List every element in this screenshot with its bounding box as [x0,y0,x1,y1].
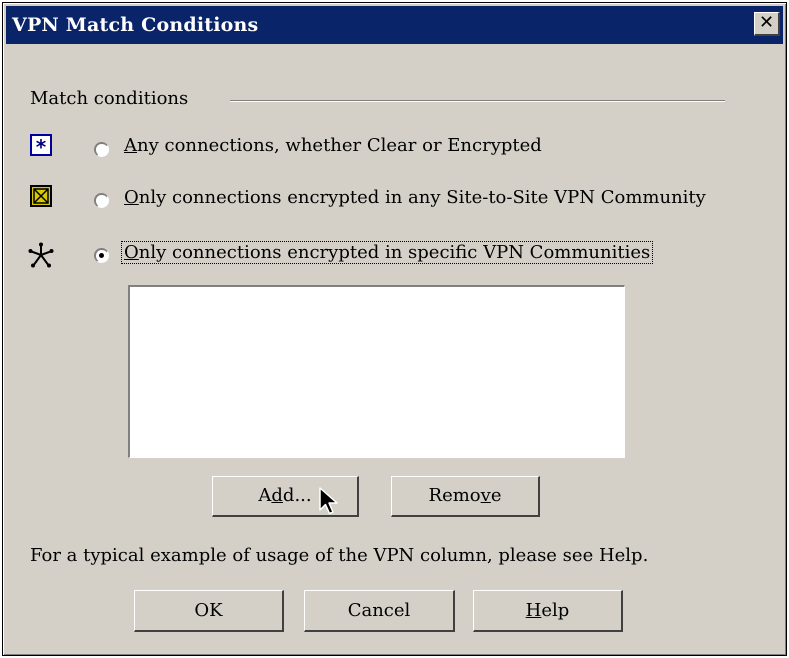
asterisk-icon: * [30,134,52,158]
remove-button[interactable]: Remove [391,476,540,517]
add-button[interactable]: Add... [212,476,359,517]
radio-any-connections[interactable] [94,142,109,157]
ok-button[interactable]: OK [134,590,284,632]
close-icon: ✕ [758,12,775,33]
match-conditions-group-label: Match conditions [30,88,189,109]
radio-specific-communities[interactable] [94,248,109,263]
star-community-icon [28,242,54,268]
radio-site-to-site[interactable] [94,193,109,208]
window-title: VPN Match Conditions [12,14,259,36]
vpn-communities-list[interactable] [127,284,626,459]
title-bar[interactable]: VPN Match Conditions ✕ [6,6,783,44]
option-any-connections-label[interactable]: Any connections, whether Clear or Encryp… [124,135,542,156]
close-button[interactable]: ✕ [754,12,780,36]
option-specific-communities-label[interactable]: Only connections encrypted in specific V… [121,241,654,264]
mesh-community-icon [30,185,52,207]
radio-selected-dot [99,253,104,258]
cancel-button[interactable]: Cancel [304,590,455,632]
option-site-to-site-label[interactable]: Only connections encrypted in any Site-t… [124,187,706,208]
group-divider [230,100,725,102]
help-button[interactable]: Help [473,590,623,632]
help-note: For a typical example of usage of the VP… [30,545,649,566]
